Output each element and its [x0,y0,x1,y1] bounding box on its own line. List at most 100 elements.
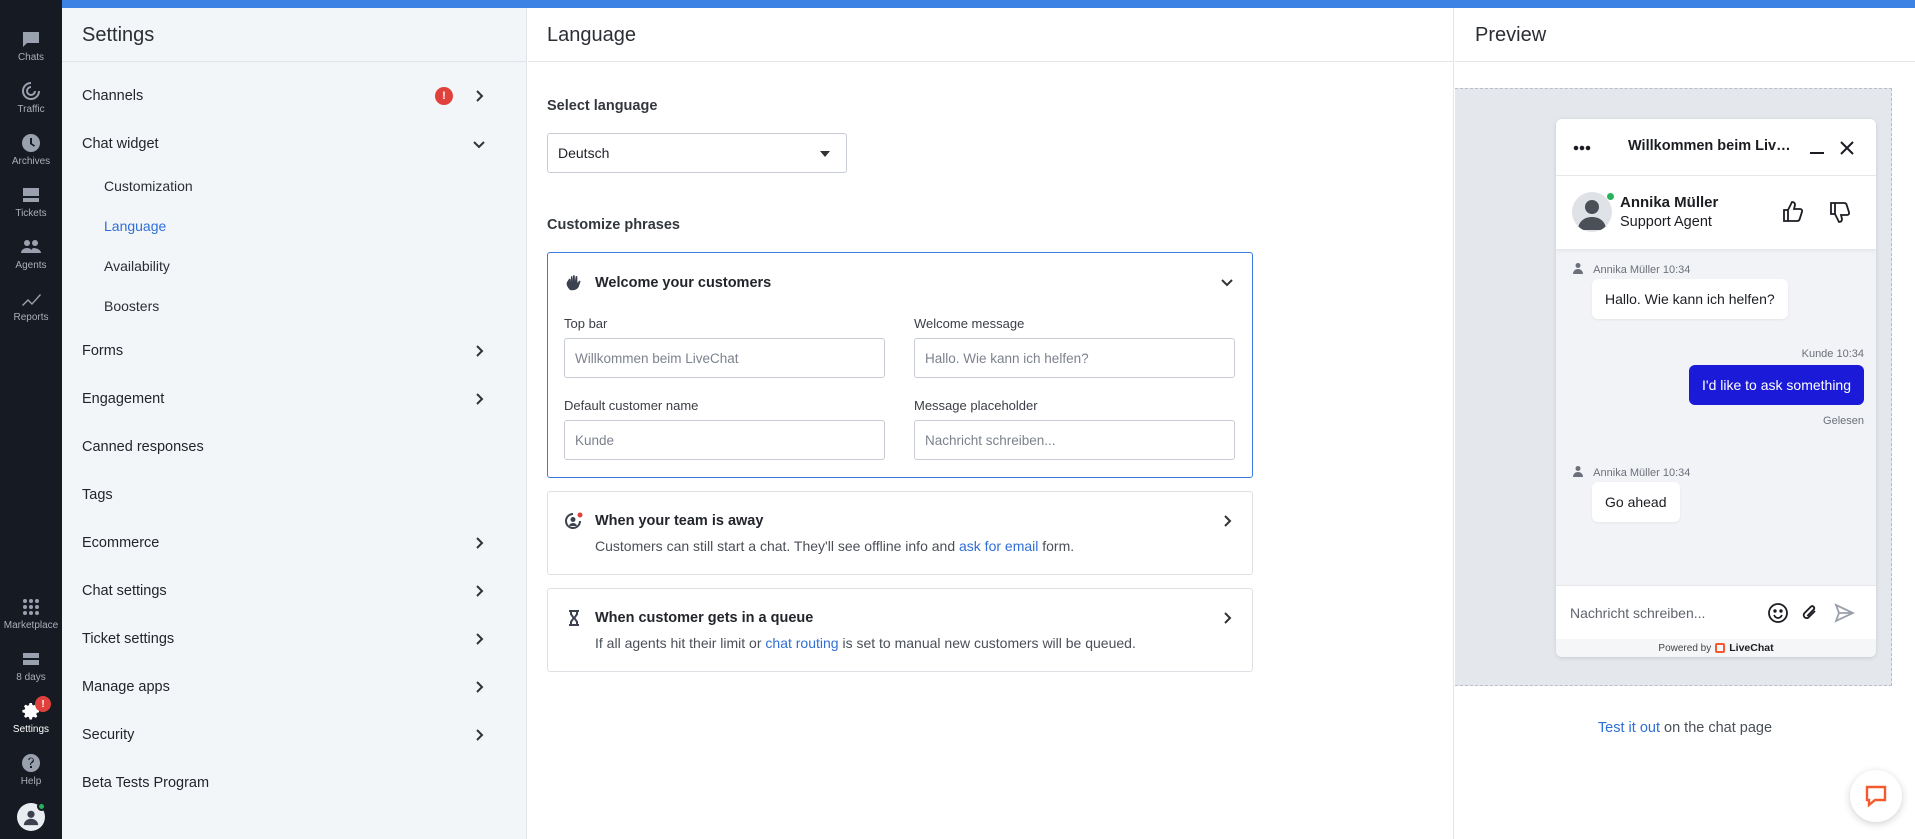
nav-engagement[interactable]: Engagement [82,381,507,417]
people-icon [21,240,41,253]
test-it-out-line: Test it out on the chat page [1597,720,1773,736]
user-avatar[interactable] [17,802,46,831]
rail-marketplace[interactable]: Marketplace [0,590,62,638]
welcome-card-title: Welcome your customers [595,275,772,291]
thumbs-up-icon[interactable] [1781,200,1805,224]
widget-title: Willkommen beim LiveChat [1628,138,1798,154]
more-options-icon[interactable] [1572,138,1592,158]
message-placeholder-label: Message placeholder [914,398,1038,413]
top-accent-bar [0,0,1915,8]
chevron-right-icon [1220,611,1234,625]
nav-manage-apps[interactable]: Manage apps [82,669,507,705]
settings-header: Settings [62,8,527,62]
default-customer-name-label: Default customer name [564,398,699,413]
nav-chat-widget[interactable]: Chat widget [82,126,507,162]
nav-ecommerce[interactable]: Ecommerce [82,525,507,561]
person-icon [1573,466,1583,477]
trend-line-icon [22,294,41,306]
hourglass-icon [564,608,584,628]
rail-agents[interactable]: Agents [0,230,62,278]
rail-chats[interactable]: Chats [0,22,62,70]
online-status-dot [37,802,46,811]
settings-nav: Settings Channels ! Chat widget Customiz… [62,8,527,839]
chevron-right-icon [1220,514,1234,528]
rail-trial[interactable]: 8 days [0,642,62,690]
test-it-out-link[interactable]: Test it out [1598,720,1660,736]
language-title: Language [547,24,636,46]
rail-tickets[interactable]: Tickets [0,178,62,226]
livechat-launcher-button[interactable] [1850,770,1902,822]
preview-panel: Preview Willkommen beim LiveChat Annika … [1455,8,1915,839]
nav-chat-settings[interactable]: Chat settings [82,573,507,609]
agent-role: Support Agent [1620,214,1712,230]
widget-message-input[interactable]: Nachricht schreiben... [1556,585,1876,639]
minimize-icon[interactable] [1807,138,1827,158]
close-icon[interactable] [1837,138,1857,158]
user-icon [23,810,39,826]
chevron-right-icon [471,535,487,551]
grid-icon [23,599,39,615]
preview-title: Preview [1475,24,1547,46]
message-placeholder-input[interactable] [914,420,1235,460]
rail-traffic[interactable]: Traffic [0,74,62,122]
settings-alert-badge: ! [35,696,51,712]
default-customer-name-input[interactable] [564,420,885,460]
rail-settings[interactable]: Settings ! [0,694,62,742]
nav-canned-responses[interactable]: Canned responses [82,429,507,465]
help-icon [22,754,40,772]
queue-card-title: When customer gets in a queue [595,610,814,626]
away-card-description: Customers can still start a chat. They'l… [595,538,1075,554]
nav-tags[interactable]: Tags [82,477,507,513]
chevron-right-icon [471,343,487,359]
agent-message-bubble: Go ahead [1592,482,1680,522]
thumbs-down-icon[interactable] [1828,200,1852,224]
channels-alert-badge: ! [435,87,453,105]
powered-by-footer: Powered by LiveChat [1556,639,1876,657]
language-header: Language [528,8,1454,62]
app-rail: Chats Traffic Archives Tickets Agents Re… [0,0,62,839]
waving-hand-icon [564,273,584,293]
language-panel: Language Select language Deutsch Customi… [528,8,1454,839]
chevron-down-icon[interactable] [1220,275,1234,289]
livechat-logo-icon [1715,643,1726,653]
widget-agent-bar: Annika Müller Support Agent [1556,176,1876,249]
nav-security[interactable]: Security [82,717,507,753]
away-card-title: When your team is away [595,513,764,529]
queue-card-description: If all agents hit their limit or chat ro… [595,635,1136,651]
nav-boosters[interactable]: Boosters [104,291,159,321]
agent-name: Annika Müller [1620,194,1719,211]
person-icon [1573,263,1583,274]
trial-icon [23,653,39,665]
language-select[interactable]: Deutsch [547,133,847,173]
nav-customization[interactable]: Customization [104,171,193,201]
customer-message-bubble: I'd like to ask something [1689,365,1864,405]
chevron-right-icon [471,631,487,647]
rail-archives[interactable]: Archives [0,126,62,174]
message-input-placeholder: Nachricht schreiben... [1570,605,1706,621]
ticket-icon [23,188,39,202]
nav-forms[interactable]: Forms [82,333,507,369]
rail-help[interactable]: Help [0,746,62,794]
ask-for-email-link[interactable]: ask for email [959,538,1038,554]
nav-language[interactable]: Language [104,211,166,241]
attachment-icon[interactable] [1799,602,1821,624]
top-bar-input[interactable] [564,338,885,378]
read-status: Gelesen [1823,415,1864,427]
customize-phrases-label: Customize phrases [547,217,680,233]
send-icon[interactable] [1833,602,1856,624]
nav-ticket-settings[interactable]: Ticket settings [82,621,507,657]
rail-reports[interactable]: Reports [0,282,62,330]
chevron-right-icon [471,391,487,407]
customer-queue-card[interactable]: When customer gets in a queue If all age… [547,588,1253,672]
preview-stage: Willkommen beim LiveChat Annika Müller S… [1455,88,1892,686]
nav-availability[interactable]: Availability [104,251,170,281]
message-meta: Kunde 10:34 [1801,348,1864,360]
nav-beta-tests[interactable]: Beta Tests Program [82,765,507,801]
emoji-icon[interactable] [1767,602,1789,624]
welcome-message-input[interactable] [914,338,1235,378]
chevron-down-icon [471,136,487,152]
nav-channels[interactable]: Channels ! [82,78,507,114]
team-away-card[interactable]: When your team is away Customers can sti… [547,491,1253,575]
chat-routing-link[interactable]: chat routing [765,635,838,651]
welcome-customers-card: Welcome your customers Top bar Welcome m… [547,252,1253,478]
